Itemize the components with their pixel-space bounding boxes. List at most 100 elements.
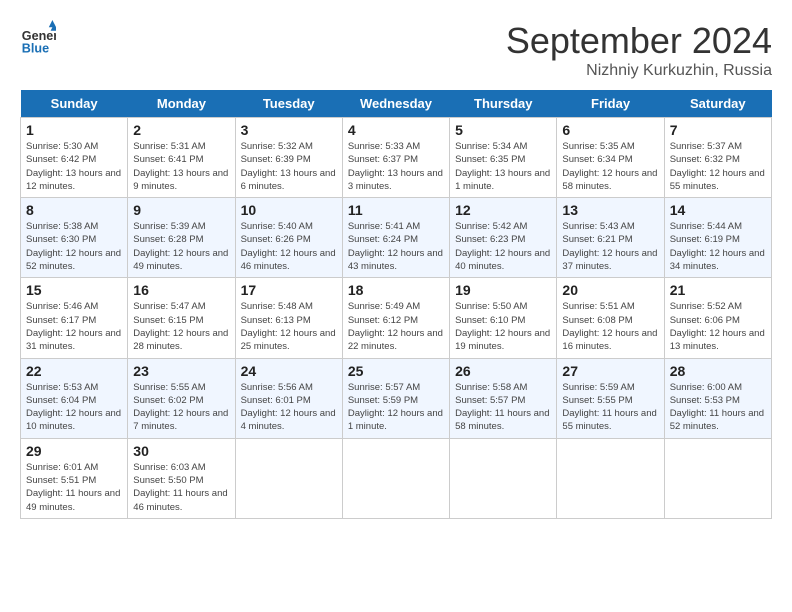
col-friday: Friday (557, 90, 664, 118)
cell-info: Sunrise: 6:03 AM Sunset: 5:50 PM Dayligh… (133, 461, 229, 514)
cell-info: Sunrise: 5:49 AM Sunset: 6:12 PM Dayligh… (348, 300, 444, 353)
calendar-cell: 24 Sunrise: 5:56 AM Sunset: 6:01 PM Dayl… (235, 358, 342, 438)
col-wednesday: Wednesday (342, 90, 449, 118)
day-number: 13 (562, 202, 658, 218)
calendar-week-5: 29 Sunrise: 6:01 AM Sunset: 5:51 PM Dayl… (21, 438, 772, 518)
calendar-week-2: 8 Sunrise: 5:38 AM Sunset: 6:30 PM Dayli… (21, 198, 772, 278)
logo-icon: General Blue (20, 20, 56, 56)
cell-info: Sunrise: 5:32 AM Sunset: 6:39 PM Dayligh… (241, 140, 337, 193)
calendar-cell: 5 Sunrise: 5:34 AM Sunset: 6:35 PM Dayli… (450, 118, 557, 198)
location-title: Nizhniy Kurkuzhin, Russia (506, 62, 772, 80)
calendar-cell: 8 Sunrise: 5:38 AM Sunset: 6:30 PM Dayli… (21, 198, 128, 278)
cell-info: Sunrise: 5:57 AM Sunset: 5:59 PM Dayligh… (348, 381, 444, 434)
col-saturday: Saturday (664, 90, 771, 118)
day-number: 19 (455, 282, 551, 298)
calendar-cell: 12 Sunrise: 5:42 AM Sunset: 6:23 PM Dayl… (450, 198, 557, 278)
calendar-cell: 25 Sunrise: 5:57 AM Sunset: 5:59 PM Dayl… (342, 358, 449, 438)
cell-info: Sunrise: 5:40 AM Sunset: 6:26 PM Dayligh… (241, 220, 337, 273)
day-number: 11 (348, 202, 444, 218)
day-number: 28 (670, 363, 766, 379)
calendar-cell: 17 Sunrise: 5:48 AM Sunset: 6:13 PM Dayl… (235, 278, 342, 358)
day-number: 14 (670, 202, 766, 218)
cell-info: Sunrise: 5:42 AM Sunset: 6:23 PM Dayligh… (455, 220, 551, 273)
calendar-cell: 29 Sunrise: 6:01 AM Sunset: 5:51 PM Dayl… (21, 438, 128, 518)
calendar-cell: 7 Sunrise: 5:37 AM Sunset: 6:32 PM Dayli… (664, 118, 771, 198)
day-number: 18 (348, 282, 444, 298)
day-number: 22 (26, 363, 122, 379)
day-number: 21 (670, 282, 766, 298)
svg-text:Blue: Blue (22, 41, 49, 55)
cell-info: Sunrise: 5:50 AM Sunset: 6:10 PM Dayligh… (455, 300, 551, 353)
page-header: General Blue September 2024 Nizhniy Kurk… (20, 20, 772, 80)
calendar-cell: 21 Sunrise: 5:52 AM Sunset: 6:06 PM Dayl… (664, 278, 771, 358)
calendar-cell: 19 Sunrise: 5:50 AM Sunset: 6:10 PM Dayl… (450, 278, 557, 358)
calendar-cell: 20 Sunrise: 5:51 AM Sunset: 6:08 PM Dayl… (557, 278, 664, 358)
calendar-cell: 16 Sunrise: 5:47 AM Sunset: 6:15 PM Dayl… (128, 278, 235, 358)
cell-info: Sunrise: 5:46 AM Sunset: 6:17 PM Dayligh… (26, 300, 122, 353)
calendar-cell: 27 Sunrise: 5:59 AM Sunset: 5:55 PM Dayl… (557, 358, 664, 438)
cell-info: Sunrise: 5:35 AM Sunset: 6:34 PM Dayligh… (562, 140, 658, 193)
calendar-cell: 10 Sunrise: 5:40 AM Sunset: 6:26 PM Dayl… (235, 198, 342, 278)
cell-info: Sunrise: 5:37 AM Sunset: 6:32 PM Dayligh… (670, 140, 766, 193)
cell-info: Sunrise: 5:44 AM Sunset: 6:19 PM Dayligh… (670, 220, 766, 273)
cell-info: Sunrise: 5:38 AM Sunset: 6:30 PM Dayligh… (26, 220, 122, 273)
cell-info: Sunrise: 6:01 AM Sunset: 5:51 PM Dayligh… (26, 461, 122, 514)
cell-info: Sunrise: 5:52 AM Sunset: 6:06 PM Dayligh… (670, 300, 766, 353)
calendar-cell: 11 Sunrise: 5:41 AM Sunset: 6:24 PM Dayl… (342, 198, 449, 278)
day-number: 2 (133, 122, 229, 138)
calendar-week-1: 1 Sunrise: 5:30 AM Sunset: 6:42 PM Dayli… (21, 118, 772, 198)
day-number: 4 (348, 122, 444, 138)
cell-info: Sunrise: 5:56 AM Sunset: 6:01 PM Dayligh… (241, 381, 337, 434)
day-number: 16 (133, 282, 229, 298)
calendar-cell: 13 Sunrise: 5:43 AM Sunset: 6:21 PM Dayl… (557, 198, 664, 278)
day-number: 7 (670, 122, 766, 138)
cell-info: Sunrise: 5:53 AM Sunset: 6:04 PM Dayligh… (26, 381, 122, 434)
calendar-table: Sunday Monday Tuesday Wednesday Thursday… (20, 90, 772, 519)
day-number: 15 (26, 282, 122, 298)
calendar-cell: 1 Sunrise: 5:30 AM Sunset: 6:42 PM Dayli… (21, 118, 128, 198)
day-number: 25 (348, 363, 444, 379)
cell-info: Sunrise: 5:47 AM Sunset: 6:15 PM Dayligh… (133, 300, 229, 353)
day-number: 3 (241, 122, 337, 138)
calendar-cell: 15 Sunrise: 5:46 AM Sunset: 6:17 PM Dayl… (21, 278, 128, 358)
day-number: 27 (562, 363, 658, 379)
cell-info: Sunrise: 5:30 AM Sunset: 6:42 PM Dayligh… (26, 140, 122, 193)
calendar-cell: 28 Sunrise: 6:00 AM Sunset: 5:53 PM Dayl… (664, 358, 771, 438)
cell-info: Sunrise: 5:43 AM Sunset: 6:21 PM Dayligh… (562, 220, 658, 273)
cell-info: Sunrise: 5:55 AM Sunset: 6:02 PM Dayligh… (133, 381, 229, 434)
logo: General Blue (20, 20, 56, 56)
day-number: 20 (562, 282, 658, 298)
calendar-cell (557, 438, 664, 518)
day-number: 26 (455, 363, 551, 379)
calendar-cell: 9 Sunrise: 5:39 AM Sunset: 6:28 PM Dayli… (128, 198, 235, 278)
calendar-cell: 3 Sunrise: 5:32 AM Sunset: 6:39 PM Dayli… (235, 118, 342, 198)
day-number: 17 (241, 282, 337, 298)
header-row: Sunday Monday Tuesday Wednesday Thursday… (21, 90, 772, 118)
day-number: 30 (133, 443, 229, 459)
col-sunday: Sunday (21, 90, 128, 118)
day-number: 23 (133, 363, 229, 379)
title-area: September 2024 Nizhniy Kurkuzhin, Russia (506, 20, 772, 80)
day-number: 8 (26, 202, 122, 218)
cell-info: Sunrise: 5:48 AM Sunset: 6:13 PM Dayligh… (241, 300, 337, 353)
cell-info: Sunrise: 5:58 AM Sunset: 5:57 PM Dayligh… (455, 381, 551, 434)
cell-info: Sunrise: 5:33 AM Sunset: 6:37 PM Dayligh… (348, 140, 444, 193)
day-number: 1 (26, 122, 122, 138)
day-number: 29 (26, 443, 122, 459)
col-thursday: Thursday (450, 90, 557, 118)
cell-info: Sunrise: 5:59 AM Sunset: 5:55 PM Dayligh… (562, 381, 658, 434)
day-number: 12 (455, 202, 551, 218)
calendar-week-4: 22 Sunrise: 5:53 AM Sunset: 6:04 PM Dayl… (21, 358, 772, 438)
cell-info: Sunrise: 5:34 AM Sunset: 6:35 PM Dayligh… (455, 140, 551, 193)
cell-info: Sunrise: 5:41 AM Sunset: 6:24 PM Dayligh… (348, 220, 444, 273)
calendar-cell: 23 Sunrise: 5:55 AM Sunset: 6:02 PM Dayl… (128, 358, 235, 438)
day-number: 9 (133, 202, 229, 218)
col-tuesday: Tuesday (235, 90, 342, 118)
calendar-cell: 14 Sunrise: 5:44 AM Sunset: 6:19 PM Dayl… (664, 198, 771, 278)
calendar-cell (450, 438, 557, 518)
calendar-cell: 22 Sunrise: 5:53 AM Sunset: 6:04 PM Dayl… (21, 358, 128, 438)
month-title: September 2024 (506, 20, 772, 62)
cell-info: Sunrise: 5:31 AM Sunset: 6:41 PM Dayligh… (133, 140, 229, 193)
calendar-cell (235, 438, 342, 518)
calendar-cell (664, 438, 771, 518)
